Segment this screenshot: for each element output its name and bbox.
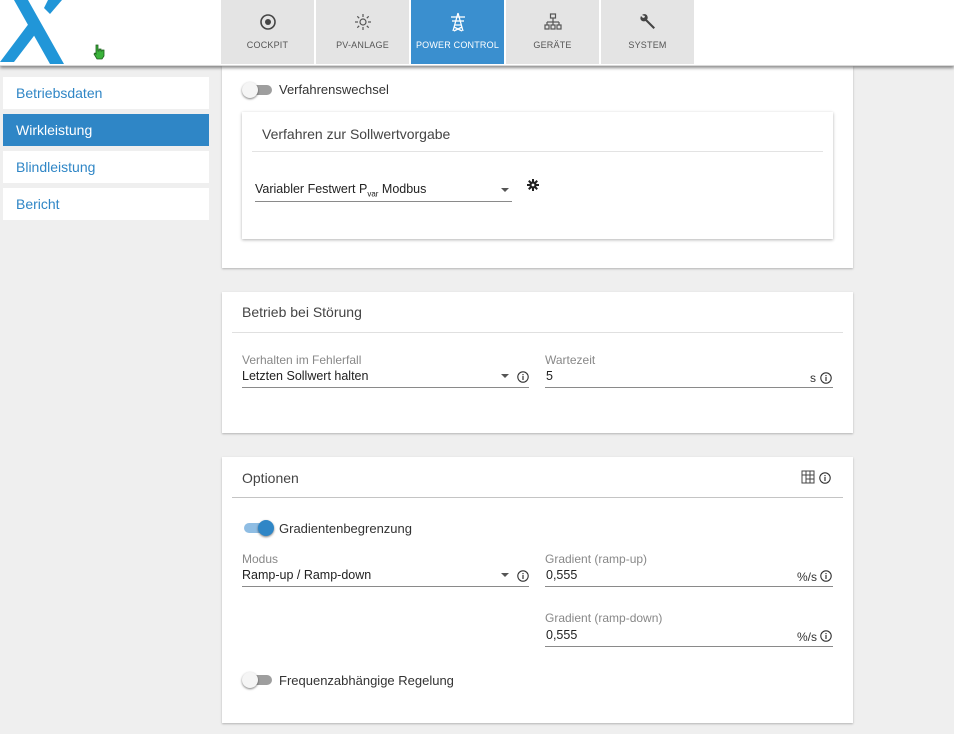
tab-system[interactable]: SYSTEM — [601, 0, 694, 64]
procedure-change-label: Verfahrenswechsel — [279, 82, 389, 97]
setpoint-procedure-title: Verfahren zur Sollwertvorgabe — [262, 126, 451, 142]
chevron-down-icon[interactable] — [501, 573, 509, 577]
ramp-up-unit: %/s — [797, 570, 818, 584]
procedure-change-toggle[interactable] — [242, 82, 274, 98]
gradient-limit-toggle[interactable] — [242, 520, 274, 536]
ramp-down-unit: %/s — [797, 630, 818, 644]
gear-icon[interactable] — [527, 179, 539, 191]
options-card: Optionen Gradientenbegrenzung Modus Ramp… — [222, 457, 853, 723]
power-tower-icon — [450, 12, 465, 32]
procedure-card: Verfahrenswechsel Verfahren zur Sollwert… — [222, 66, 853, 268]
divider — [252, 151, 823, 152]
ramp-down-underline — [545, 646, 833, 647]
tab-label: COCKPIT — [246, 40, 289, 50]
hand-cursor-icon — [93, 44, 105, 60]
device-tree-icon — [543, 13, 562, 30]
info-icon[interactable] — [517, 570, 529, 582]
info-icon[interactable] — [819, 472, 831, 484]
mode-label: Modus — [242, 552, 279, 566]
fault-behavior-label: Verhalten im Fehlerfall — [242, 353, 362, 367]
tab-label: PV-ANLAGE — [336, 40, 389, 50]
chevron-down-icon[interactable] — [501, 188, 509, 192]
tab-label: GERÄTE — [533, 40, 572, 50]
gradient-limit-label: Gradientenbegrenzung — [279, 521, 412, 536]
tab-cockpit[interactable]: COCKPIT — [221, 0, 314, 64]
tab-power-control[interactable]: POWER CONTROL — [411, 0, 504, 64]
sidebar-item-bericht[interactable]: Bericht — [3, 188, 209, 220]
top-header: COCKPIT PV-ANLAGE POWER CONTROL GERÄTE S… — [0, 0, 954, 66]
frequency-control-label: Frequenzabhängige Regelung — [279, 673, 454, 688]
tab-geraete[interactable]: GERÄTE — [506, 0, 599, 64]
info-icon[interactable] — [517, 371, 529, 383]
procedure-select-subscript: var — [367, 189, 379, 199]
procedure-select-underline — [255, 201, 512, 202]
info-icon[interactable] — [820, 372, 832, 384]
ramp-up-input[interactable]: 0,555 — [546, 568, 577, 582]
chevron-down-icon[interactable] — [501, 374, 509, 378]
sun-icon — [354, 14, 371, 30]
ramp-down-input[interactable]: 0,555 — [546, 628, 577, 642]
fault-title: Betrieb bei Störung — [242, 304, 362, 320]
divider — [232, 332, 843, 333]
divider — [232, 497, 843, 498]
mode-select[interactable]: Ramp-up / Ramp-down — [242, 568, 371, 582]
frequency-control-toggle[interactable] — [242, 672, 274, 688]
wait-time-unit: s — [810, 371, 816, 385]
sidebar: Betriebsdaten Wirkleistung Blindleistung… — [3, 77, 209, 225]
tab-pv-anlage[interactable]: PV-ANLAGE — [316, 0, 409, 64]
target-icon — [259, 14, 276, 30]
ramp-down-label: Gradient (ramp-down) — [545, 611, 663, 625]
procedure-select-value: Variabler Festwert P — [255, 182, 368, 196]
sidebar-item-blindleistung[interactable]: Blindleistung — [3, 151, 209, 183]
ramp-up-underline — [545, 586, 833, 587]
wait-time-label: Wartezeit — [545, 353, 596, 367]
wrench-icon — [639, 14, 655, 29]
info-icon[interactable] — [820, 630, 832, 642]
procedure-select-tail: Modbus — [378, 182, 427, 196]
wait-time-underline — [545, 387, 833, 388]
sidebar-item-wirkleistung[interactable]: Wirkleistung — [3, 114, 209, 146]
wait-time-input[interactable]: 5 — [546, 369, 553, 383]
brand-logo[interactable] — [0, 0, 70, 64]
fault-operation-card: Betrieb bei Störung Verhalten im Fehlerf… — [222, 292, 853, 433]
table-grid-icon[interactable] — [801, 470, 815, 484]
procedure-select[interactable]: Variabler Festwert Pvar Modbus — [255, 182, 426, 199]
tab-label: SYSTEM — [628, 40, 667, 50]
sidebar-item-betriebsdaten[interactable]: Betriebsdaten — [3, 77, 209, 109]
main-nav-tabs: COCKPIT PV-ANLAGE POWER CONTROL GERÄTE S… — [221, 0, 696, 64]
ramp-up-label: Gradient (ramp-up) — [545, 552, 648, 566]
fault-behavior-underline — [242, 387, 529, 388]
fault-behavior-select[interactable]: Letzten Sollwert halten — [242, 369, 368, 383]
options-title: Optionen — [242, 470, 299, 486]
tab-label: POWER CONTROL — [415, 40, 500, 50]
setpoint-procedure-panel: Verfahren zur Sollwertvorgabe Variabler … — [242, 112, 833, 239]
mode-underline — [242, 586, 529, 587]
info-icon[interactable] — [820, 570, 832, 582]
